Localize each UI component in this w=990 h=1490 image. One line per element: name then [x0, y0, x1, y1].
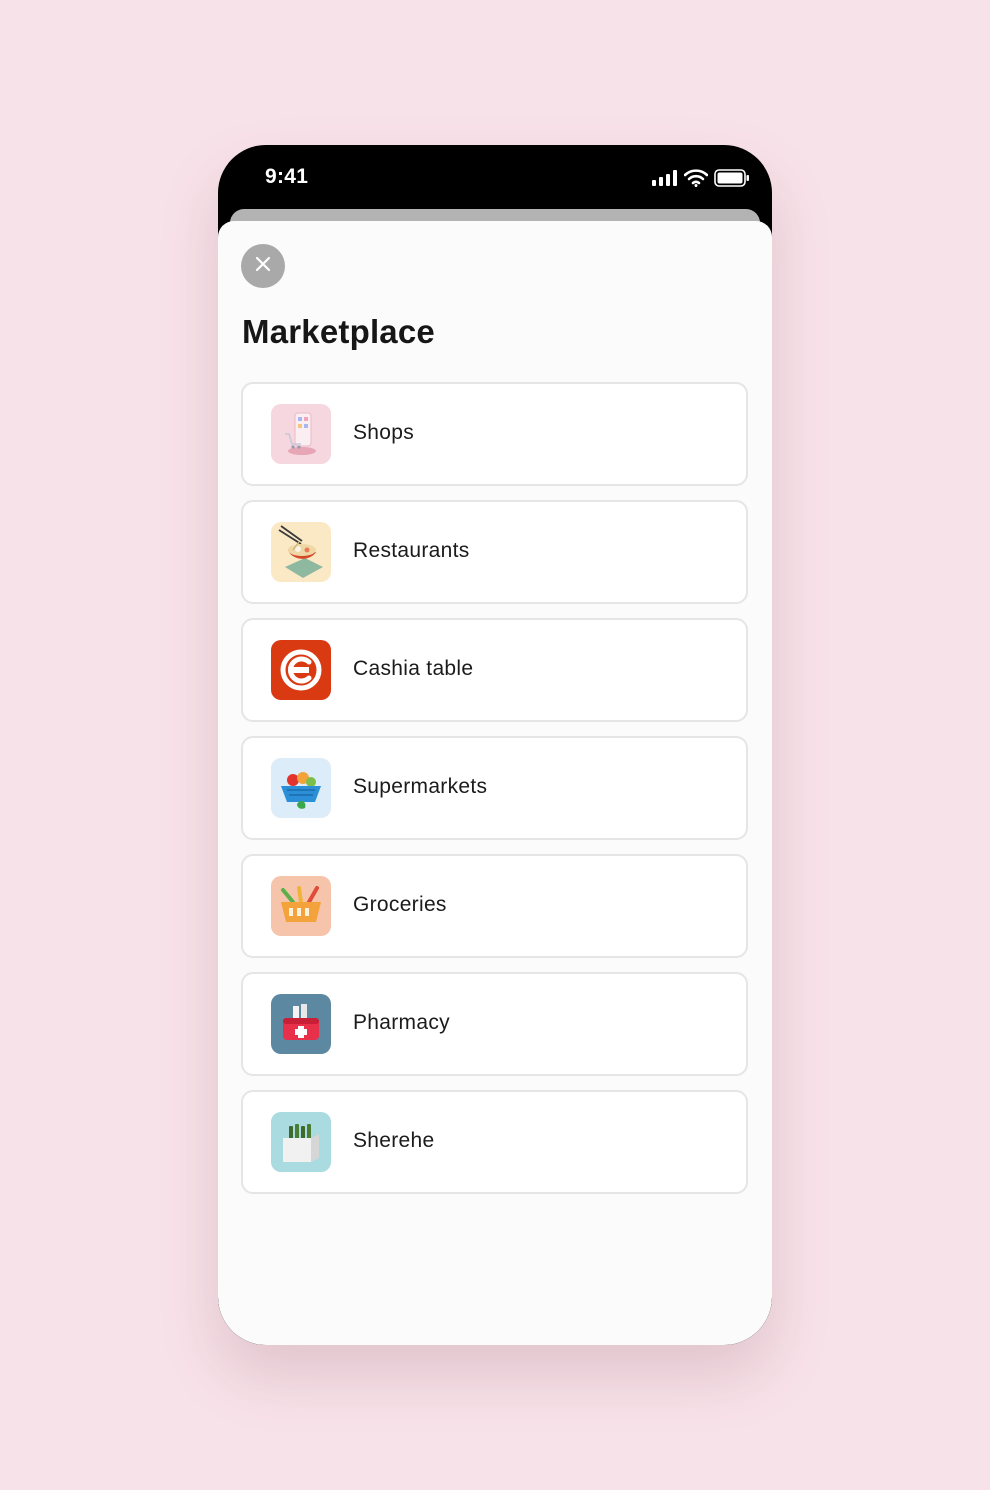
marketplace-sheet: Marketplace Shops Restaurants Cashia tab…	[218, 221, 772, 1345]
list-item-shops[interactable]: Shops	[241, 382, 748, 486]
cellular-signal-icon	[652, 170, 678, 191]
list-item-groceries[interactable]: Groceries	[241, 854, 748, 958]
close-button[interactable]	[241, 244, 285, 288]
list-item-label: Pharmacy	[353, 1011, 450, 1034]
fruit-basket-icon	[271, 758, 331, 818]
battery-icon	[714, 169, 750, 192]
list-item-label: Sherehe	[353, 1129, 435, 1152]
grocery-basket-icon	[271, 876, 331, 936]
list-item-label: Cashia table	[353, 657, 474, 680]
list-item-pharmacy[interactable]: Pharmacy	[241, 972, 748, 1076]
list-item-label: Shops	[353, 421, 415, 444]
list-item-label: Groceries	[353, 893, 447, 916]
page-title: Marketplace	[242, 313, 435, 350]
wifi-icon	[683, 169, 709, 192]
shopping-phone-icon	[271, 404, 331, 464]
phone-frame: 9:41 Marketplace Shops Restaurants Cashi…	[218, 145, 772, 1345]
close-icon	[255, 256, 271, 277]
cashia-logo-icon	[271, 640, 331, 700]
list-item-sherehe[interactable]: Sherehe	[241, 1090, 748, 1194]
marketplace-list: Shops Restaurants Cashia table Supermark…	[241, 382, 749, 1208]
status-bar: 9:41	[218, 145, 772, 209]
ramen-bowl-icon	[271, 522, 331, 582]
list-item-label: Supermarkets	[353, 775, 488, 798]
list-item-cashia-table[interactable]: Cashia table	[241, 618, 748, 722]
status-icons	[652, 169, 750, 192]
list-item-label: Restaurants	[353, 539, 470, 562]
status-time: 9:41	[265, 165, 309, 188]
list-item-supermarkets[interactable]: Supermarkets	[241, 736, 748, 840]
bottle-crate-icon	[271, 1112, 331, 1172]
list-item-restaurants[interactable]: Restaurants	[241, 500, 748, 604]
first-aid-kit-icon	[271, 994, 331, 1054]
